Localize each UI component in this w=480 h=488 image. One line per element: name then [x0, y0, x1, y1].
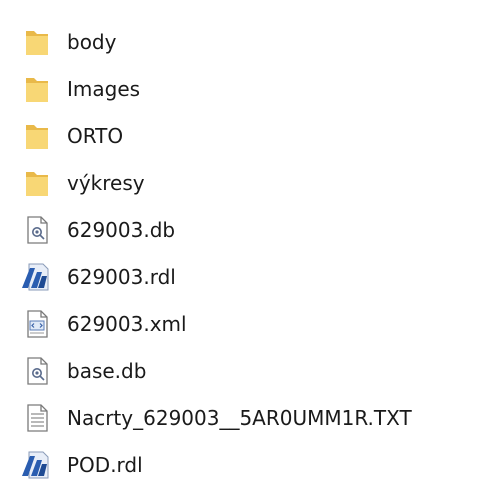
file-item-vykresy[interactable]: výkresy	[0, 159, 480, 206]
file-name: POD.rdl	[67, 453, 143, 477]
file-item-base-db[interactable]: base.db	[0, 347, 480, 394]
folder-icon	[20, 25, 54, 59]
file-item-629003-rdl[interactable]: 629003.rdl	[0, 253, 480, 300]
file-item-body[interactable]: body	[0, 18, 480, 65]
file-list: body Images ORTO výkresy 629003.db 62900…	[0, 18, 480, 488]
file-name: 629003.db	[67, 218, 176, 242]
file-name: 629003.rdl	[67, 265, 176, 289]
file-name: výkresy	[67, 171, 145, 195]
rdl-app-file-icon	[20, 260, 54, 294]
file-name: Images	[67, 77, 141, 101]
file-item-nacrty-txt[interactable]: Nacrty_629003__5AR0UMM1R.TXT	[0, 394, 480, 441]
file-name: base.db	[67, 359, 147, 383]
folder-icon	[20, 72, 54, 106]
database-file-icon	[20, 213, 54, 247]
folder-icon	[20, 166, 54, 200]
database-file-icon	[20, 354, 54, 388]
file-item-629003-db[interactable]: 629003.db	[0, 206, 480, 253]
file-item-orto[interactable]: ORTO	[0, 112, 480, 159]
file-item-pod-rdl[interactable]: POD.rdl	[0, 441, 480, 488]
file-name: body	[67, 30, 117, 54]
rdl-app-file-icon	[20, 448, 54, 482]
folder-icon	[20, 119, 54, 153]
file-name: 629003.xml	[67, 312, 187, 336]
file-name: Nacrty_629003__5AR0UMM1R.TXT	[67, 406, 412, 430]
file-name: ORTO	[67, 124, 124, 148]
file-item-629003-xml[interactable]: 629003.xml	[0, 300, 480, 347]
xml-file-icon	[20, 307, 54, 341]
file-item-images[interactable]: Images	[0, 65, 480, 112]
text-file-icon	[20, 401, 54, 435]
